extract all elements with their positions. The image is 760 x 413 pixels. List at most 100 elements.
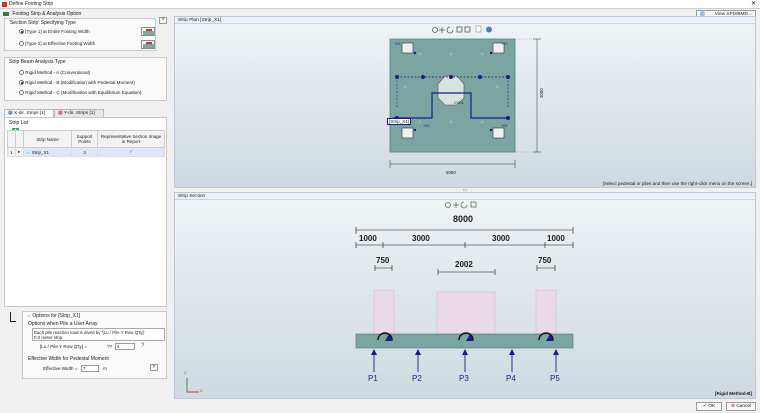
strip-section-title: Strip Section <box>178 194 206 199</box>
plan-toolbar <box>432 26 471 34</box>
row-index: 1 <box>7 147 16 157</box>
post-label-4: +04 <box>501 124 508 128</box>
radio-icon[interactable] <box>19 70 24 76</box>
plan-dim-width <box>389 160 516 168</box>
type1-image <box>143 29 155 35</box>
window-title: Define Footing Strip <box>9 1 54 7</box>
ped-width-2: 2002 <box>455 260 473 269</box>
pile-group-title: Options when Pile a User Array <box>28 321 98 327</box>
table-header-row: Strip Name Support Points Representative… <box>7 130 165 148</box>
eff-value-field[interactable]: 7 <box>81 365 99 372</box>
strip-icon <box>3 11 9 16</box>
strip-table: Strip Name Support Points Representative… <box>7 130 165 157</box>
pedestal-3 <box>535 289 557 335</box>
table-row[interactable]: 1 ▸ ⇔ Strip_X1 3 ✓ <box>7 147 165 157</box>
load-p2: P2 <box>412 374 422 383</box>
beam-option-b-label: Rigid Method - B (Modification with Pede… <box>25 80 135 85</box>
dim-ped3 <box>536 265 556 271</box>
strip-name-cell[interactable]: ⇔ Strip_X1 <box>23 147 72 157</box>
options-icon: ⇔ <box>26 313 31 319</box>
dim-total <box>355 227 574 234</box>
strip-plan-header: Strip Plan [Strip_X1] <box>175 17 755 24</box>
page-icon <box>475 25 482 33</box>
spec-option-1-label: [Type 1] at Entire Footing Width <box>25 29 90 34</box>
radio-icon[interactable] <box>19 29 24 35</box>
plan-dim-height-label: 3050 <box>539 88 544 98</box>
pile-info-box: Each pile reaction load is dived by '[Lu… <box>32 328 165 341</box>
col-section-image: Representative Section Image in Report <box>97 130 165 148</box>
tab-x-label: X-dir. Strips [1] <box>13 111 46 116</box>
type2-image <box>143 42 155 48</box>
section-toolbar <box>445 201 477 209</box>
dim-seg-3: 3000 <box>492 234 510 243</box>
checkbox-icon[interactable]: ✓ <box>97 147 165 157</box>
post-label-2: +02 <box>501 42 508 46</box>
lu-value-field[interactable]: 4 <box>115 343 135 350</box>
spec-option-2[interactable]: [Type 2] at Effective Footing Width <box>19 41 96 47</box>
pile-info-line2: 0.0 meter strip. <box>34 335 64 340</box>
post-label-3: +03 <box>423 124 430 128</box>
eff-help-button[interactable]: ? <box>150 364 158 371</box>
app-icon <box>2 2 7 7</box>
radio-icon[interactable] <box>19 90 24 96</box>
beam-option-a[interactable]: Rigid Method - A (Conventional) <box>19 70 90 76</box>
plan-dim-width-label: 5050 <box>446 170 456 175</box>
center-label: C001 <box>454 100 464 105</box>
close-icon[interactable]: ✕ <box>751 0 756 7</box>
strip-list-title: Strip List <box>9 120 29 126</box>
dim-ped2 <box>437 269 496 275</box>
load-arrows <box>373 354 557 372</box>
load-p3: P3 <box>459 374 469 383</box>
help-button[interactable]: ? <box>159 17 167 24</box>
beam-option-c[interactable]: Rigid Method - C (Modification with Equi… <box>19 90 142 96</box>
x-strip-icon: ▦ <box>8 111 13 116</box>
axis-icon <box>186 378 199 393</box>
title-bar: Define Footing Strip ✕ <box>0 0 760 9</box>
tab-y-label: Y-dir. Strips [1] <box>63 111 95 116</box>
load-p4: P4 <box>506 374 516 383</box>
pedestal-plan-4 <box>492 127 505 139</box>
plan-viewport[interactable]: +01 +02 +03 +04 C001 [Strip_X1] 5050 305… <box>175 24 755 187</box>
ped-width-3: 750 <box>538 256 552 265</box>
ped-width-1: 750 <box>376 256 390 265</box>
strip-row-icon: ⇔ <box>26 149 31 155</box>
strip-section-header: Strip Section <box>175 193 755 200</box>
support-points-cell: 3 <box>71 147 98 157</box>
pedestal-plan-3 <box>401 127 414 139</box>
col-expand <box>15 130 24 148</box>
ok-button[interactable]: ✔ OK <box>696 402 722 411</box>
lu-label: [Lu / Pile Y Row Q'ty] = <box>40 344 88 349</box>
beam-option-c-label: Rigid Method - C (Modification with Equi… <box>25 90 142 95</box>
strip-table-wrap: Strip Name Support Points Representative… <box>7 130 165 157</box>
dim-segments <box>355 242 574 248</box>
beam-option-b[interactable]: Rigid Method - B (Modification with Pede… <box>19 80 135 86</box>
spec-option-1[interactable]: [Type 1] at Entire Footing Width <box>19 29 90 35</box>
dim-seg-4: 1000 <box>547 234 565 243</box>
section-title: Footing Strip & Analysis Option <box>12 11 82 17</box>
spec-type-group: 'Section Strip' Specifying Type [Type 1]… <box>4 18 156 51</box>
lu-help-icon[interactable]: ? <box>141 343 144 349</box>
axis-x-label: X <box>200 388 203 393</box>
options-panel: ⇔ Options for [Strip_X1] Options when Pi… <box>22 311 167 379</box>
section-viewport[interactable]: 8000 1000 3000 3000 1000 750 2002 750 P1… <box>175 200 755 398</box>
options-title: ⇔ Options for [Strip_X1] <box>26 313 80 319</box>
splitter-handle[interactable]: ••• <box>174 188 756 192</box>
strip-label: [Strip_X1] <box>387 118 412 125</box>
cancel-label: Cancel <box>736 404 752 409</box>
rotate-icon <box>446 26 454 34</box>
eff-label: Effective Width = <box>43 366 78 371</box>
radio-icon[interactable] <box>19 80 24 86</box>
expand-icon[interactable]: ▸ <box>15 147 24 157</box>
zoom-icon <box>432 27 438 33</box>
axis-z-label: Z <box>184 370 187 375</box>
dim-seg-2: 3000 <box>412 234 430 243</box>
plan-dim-ext <box>515 38 535 153</box>
y-strip-icon: ▦ <box>58 111 63 116</box>
strip-name: Strip_X1 <box>31 149 50 155</box>
radio-icon[interactable] <box>19 41 24 47</box>
cancel-button[interactable]: ⊗ Cancel <box>726 402 756 411</box>
type2-thumbnail <box>141 40 155 49</box>
spec-option-2-label: [Type 2] at Effective Footing Width <box>25 41 96 46</box>
strip-section-panel: Strip Section 8000 1000 3000 3000 1000 7… <box>174 192 756 399</box>
select-icon <box>464 26 471 33</box>
